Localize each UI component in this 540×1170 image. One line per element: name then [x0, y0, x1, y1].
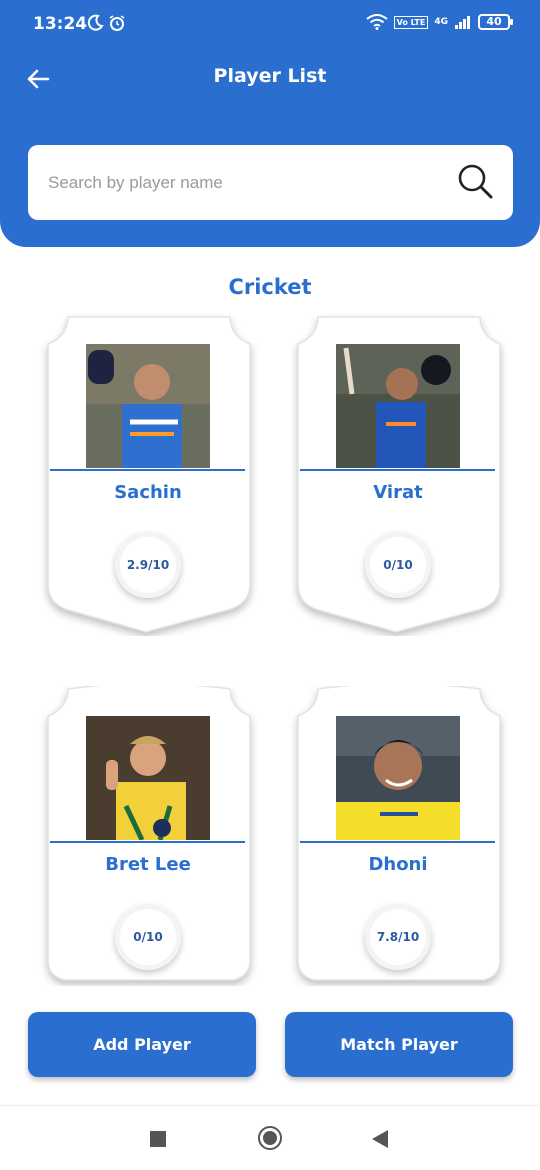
status-bar: 13:24 Vo LTE 4G 40: [0, 0, 540, 48]
battery-icon: 40: [478, 14, 513, 30]
search-bar: [28, 145, 513, 220]
card-divider: [50, 841, 245, 843]
player-name: Virat: [373, 482, 423, 503]
player-name: Dhoni: [368, 854, 428, 875]
search-input[interactable]: [48, 145, 448, 220]
player-rating: 0/10: [365, 532, 431, 598]
player-card[interactable]: Dhoni 7.8/10: [288, 686, 510, 1006]
recents-icon[interactable]: [150, 1131, 166, 1147]
player-photo: [336, 344, 460, 468]
search-icon[interactable]: [457, 163, 495, 201]
home-icon[interactable]: [258, 1126, 282, 1150]
add-player-button[interactable]: Add Player: [28, 1012, 256, 1077]
system-nav-bar: [0, 1105, 540, 1170]
player-rating: 7.8/10: [365, 904, 431, 970]
match-player-button[interactable]: Match Player: [285, 1012, 513, 1077]
system-icons: Vo LTE 4G 40: [365, 14, 513, 30]
volte-badge: Vo LTE: [393, 15, 429, 29]
wifi-icon: [365, 14, 388, 30]
page-title: Player List: [213, 65, 327, 87]
back-triangle-icon[interactable]: [372, 1130, 388, 1148]
player-photo: [86, 716, 210, 840]
player-photo: [86, 344, 210, 468]
app-header: 13:24 Vo LTE 4G 40 Player List Search by…: [0, 0, 540, 247]
player-photo: [336, 716, 460, 840]
player-card[interactable]: Bret Lee 0/10: [38, 686, 260, 1006]
player-card[interactable]: Virat 0/10: [288, 314, 510, 634]
player-card[interactable]: Sachin 2.9/10: [38, 314, 260, 634]
section-title: Cricket: [228, 275, 312, 299]
player-rating: 0/10: [115, 904, 181, 970]
status-time: 13:24: [33, 14, 88, 34]
player-name: Sachin: [114, 482, 182, 503]
player-rating: 2.9/10: [115, 532, 181, 598]
signal-icon: [455, 16, 470, 29]
card-divider: [50, 469, 245, 471]
card-divider: [300, 841, 495, 843]
card-divider: [300, 469, 495, 471]
alarm-icon: [109, 15, 125, 31]
player-name: Bret Lee: [105, 854, 191, 875]
network-type: 4G: [434, 17, 448, 27]
moon-icon: [87, 14, 104, 31]
